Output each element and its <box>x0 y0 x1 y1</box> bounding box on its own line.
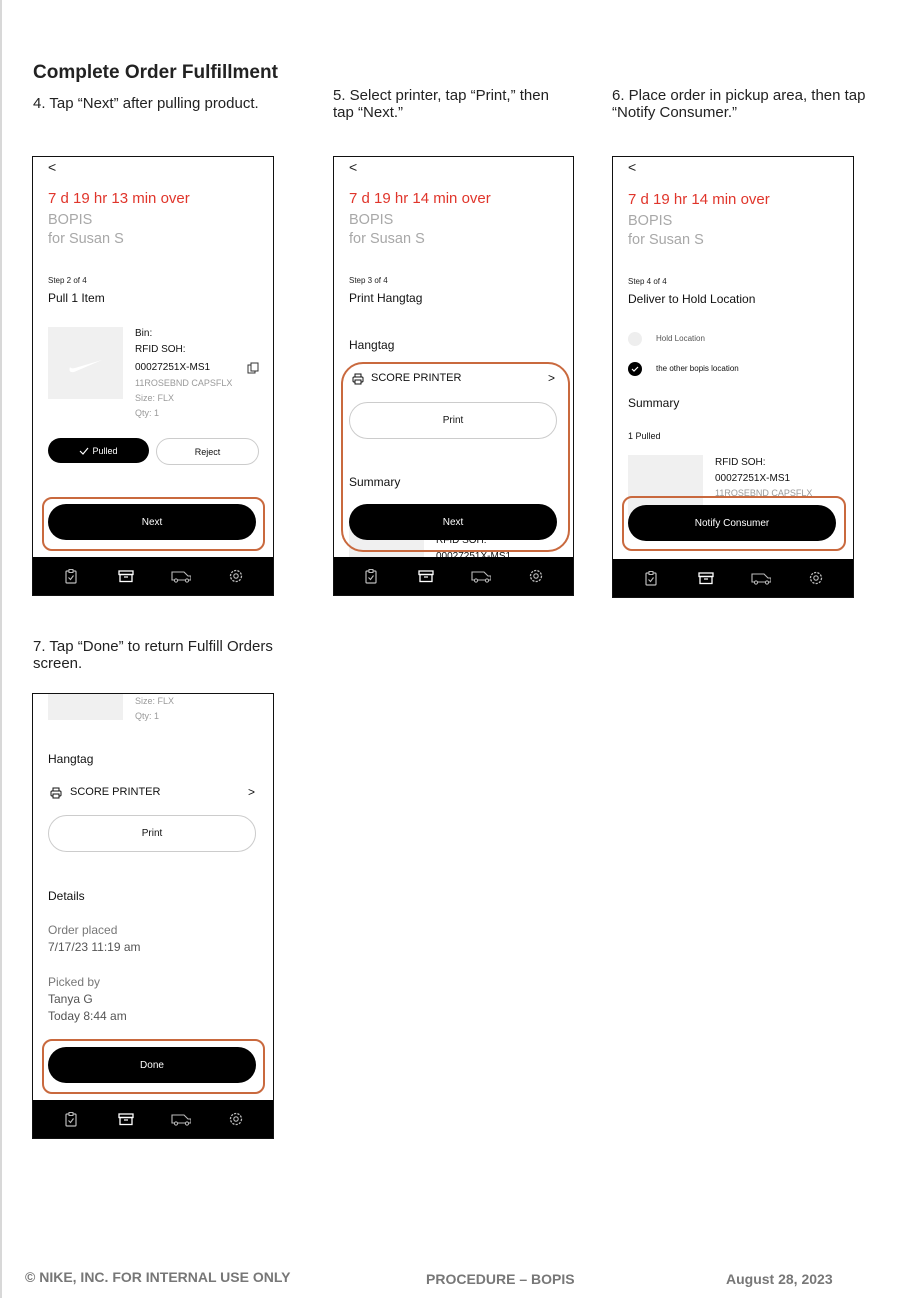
bin-label: Bin: <box>135 328 153 339</box>
delivery-van-icon[interactable] <box>170 1109 191 1129</box>
highlight-done <box>42 1039 265 1094</box>
radio-hold-location[interactable] <box>628 332 642 346</box>
overdue-timer: 7 d 19 hr 14 min over <box>349 190 491 207</box>
step-heading: Deliver to Hold Location <box>628 292 756 306</box>
order-placed-label: Order placed <box>48 923 118 937</box>
clipboard-icon[interactable] <box>641 568 661 588</box>
back-button[interactable]: < <box>349 159 357 175</box>
printer-icon <box>50 786 62 804</box>
bottom-tab-bar <box>613 559 853 597</box>
overdue-timer: 7 d 19 hr 14 min over <box>628 191 770 208</box>
picked-by-name: Tanya G <box>48 992 93 1006</box>
checkmark-icon <box>80 447 89 455</box>
highlight-next <box>42 497 265 551</box>
step-indicator: Step 4 of 4 <box>628 277 667 286</box>
step-indicator: Step 3 of 4 <box>349 276 388 285</box>
highlight-notify-consumer <box>622 496 846 551</box>
bottom-tab-bar <box>33 1100 273 1138</box>
clipboard-icon[interactable] <box>361 566 381 586</box>
pulled-label: Pulled <box>92 445 118 456</box>
settings-gear-icon[interactable] <box>226 1109 246 1129</box>
customer-name: for Susan S <box>48 231 124 247</box>
sku-value: 00027251X-MS1 <box>135 362 211 373</box>
radio-other-bopis-location-checked[interactable] <box>628 362 642 376</box>
reject-button[interactable]: Reject <box>156 438 259 465</box>
sku-value: 00027251X-MS1 <box>715 473 791 484</box>
product-qty: Qty: 1 <box>135 711 160 721</box>
delivery-van-icon[interactable] <box>170 566 191 586</box>
step-7-instruction: 7. Tap “Done” to return Fulfill Orders s… <box>33 638 273 672</box>
hangtag-heading: Hangtag <box>48 752 94 766</box>
hold-location-label: Hold Location <box>656 334 705 343</box>
product-qty: Qty: 1 <box>135 408 160 418</box>
customer-name: for Susan S <box>628 232 704 248</box>
other-location-label: the other bopis location <box>656 364 739 373</box>
archive-box-icon[interactable] <box>416 566 436 586</box>
page-left-rule <box>0 0 2 1298</box>
order-placed-value: 7/17/23 11:19 am <box>48 940 141 954</box>
product-thumbnail <box>48 694 123 720</box>
overdue-timer: 7 d 19 hr 13 min over <box>48 190 190 207</box>
pulled-count: 1 Pulled <box>628 431 661 441</box>
page-title: Complete Order Fulfillment <box>33 62 278 83</box>
printer-name[interactable]: SCORE PRINTER <box>70 786 160 798</box>
back-button[interactable]: < <box>48 159 56 175</box>
product-name: 11ROSEBND CAPSFLX <box>135 378 233 388</box>
highlight-printer-and-next <box>341 362 570 552</box>
rfid-label: RFID SOH: <box>715 457 766 468</box>
delivery-van-icon[interactable] <box>750 568 771 588</box>
summary-heading: Summary <box>628 396 680 410</box>
order-type: BOPIS <box>628 213 673 229</box>
chevron-right-icon[interactable]: > <box>248 785 255 799</box>
footer-procedure: PROCEDURE – BOPIS <box>426 1271 575 1287</box>
rfid-label: RFID SOH: <box>135 344 186 355</box>
step-indicator: Step 2 of 4 <box>48 276 87 285</box>
archive-box-icon[interactable] <box>696 568 716 588</box>
footer-copyright: © NIKE, INC. FOR INTERNAL USE ONLY <box>25 1269 291 1285</box>
hangtag-heading: Hangtag <box>349 338 395 352</box>
print-button[interactable]: Print <box>48 815 256 852</box>
product-size: Size: FLX <box>135 393 175 403</box>
back-button[interactable]: < <box>628 159 636 175</box>
bottom-tab-bar <box>33 557 273 595</box>
details-heading: Details <box>48 889 85 903</box>
clipboard-icon[interactable] <box>61 566 81 586</box>
settings-gear-icon[interactable] <box>226 566 246 586</box>
copy-icon[interactable] <box>247 361 259 379</box>
step-4-instruction: 4. Tap “Next” after pulling product. <box>33 95 259 112</box>
step-heading: Pull 1 Item <box>48 291 105 305</box>
checkmark-icon <box>631 366 639 372</box>
picked-by-time: Today 8:44 am <box>48 1009 127 1023</box>
step-6-instruction: 6. Place order in pickup area, then tap … <box>612 87 866 121</box>
clipboard-icon[interactable] <box>61 1109 81 1129</box>
settings-gear-icon[interactable] <box>526 566 546 586</box>
archive-box-icon[interactable] <box>116 1109 136 1129</box>
delivery-van-icon[interactable] <box>471 566 491 586</box>
product-size: Size: FLX <box>135 696 175 706</box>
footer-date: August 28, 2023 <box>726 1271 833 1287</box>
order-type: BOPIS <box>349 212 394 228</box>
archive-box-icon[interactable] <box>116 566 136 586</box>
step-5-instruction: 5. Select printer, tap “Print,” then tap… <box>333 87 549 121</box>
bottom-tab-bar <box>334 557 573 595</box>
swoosh-logo-icon <box>69 360 102 373</box>
pulled-button[interactable]: Pulled <box>48 438 149 463</box>
step-heading: Print Hangtag <box>349 291 423 305</box>
order-type: BOPIS <box>48 212 93 228</box>
settings-gear-icon[interactable] <box>806 568 826 588</box>
picked-by-label: Picked by <box>48 975 101 989</box>
customer-name: for Susan S <box>349 231 425 247</box>
product-thumbnail <box>48 327 123 399</box>
